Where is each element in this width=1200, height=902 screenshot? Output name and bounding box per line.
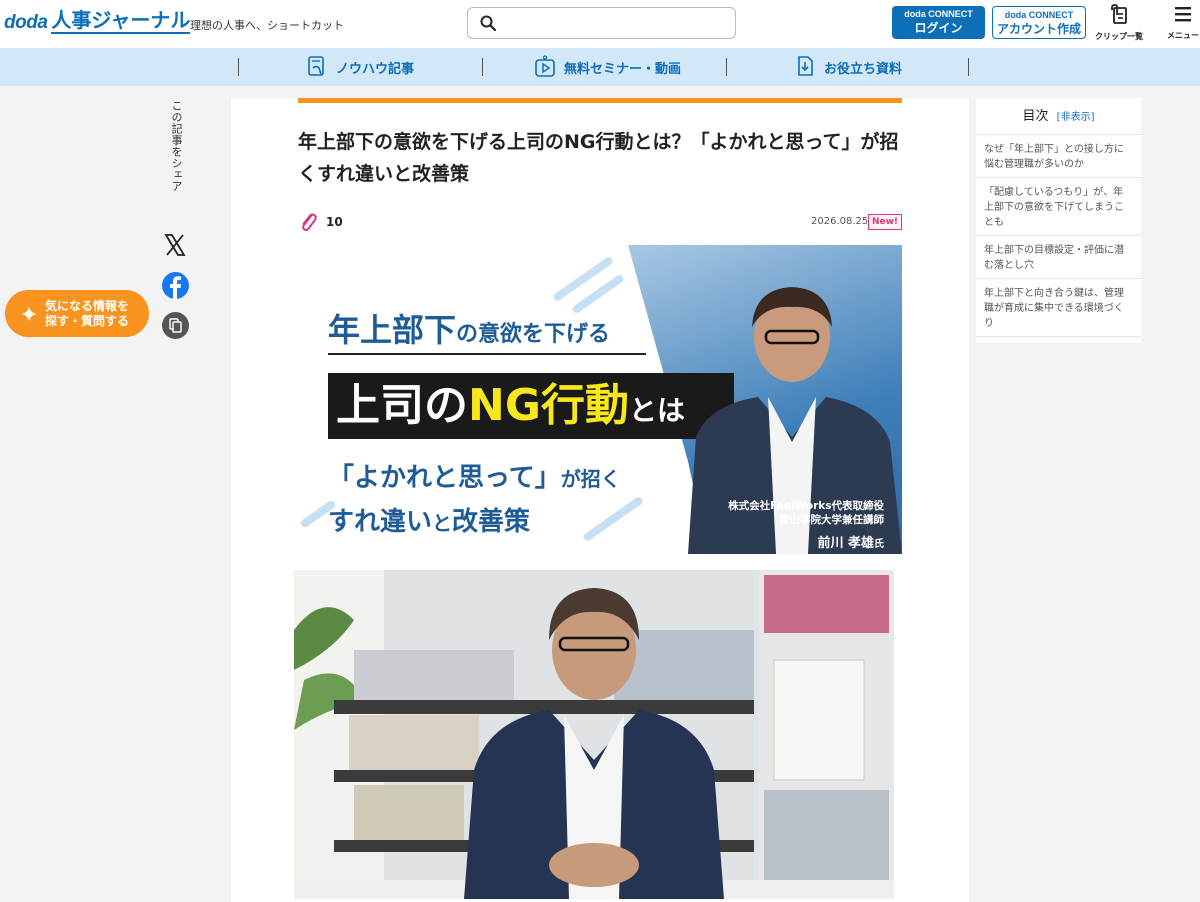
- nav-item-label: お役立ち資料: [824, 61, 903, 77]
- article-title: 年上部下の意欲を下げる上司のNG行動とは？「よかれと思って」が招くすれ違いと改善…: [298, 131, 899, 185]
- copy-glyph: [169, 318, 182, 333]
- facebook-icon[interactable]: [162, 272, 189, 299]
- share-label: この記事をシェア: [170, 100, 183, 192]
- menu-label: メニュー: [1167, 31, 1199, 40]
- nav-divider: [968, 58, 969, 76]
- hero-line2-a: 上司の: [336, 380, 468, 431]
- nav-divider: [238, 58, 239, 76]
- hero-line3-small: が招く: [560, 467, 621, 491]
- toc-item[interactable]: 年上部下と向き合う鍵は、管理職が育成に集中できる環境づくり: [976, 279, 1141, 337]
- hero-stripe: [582, 495, 644, 543]
- hero-line2-c: とは: [628, 394, 685, 427]
- search-input[interactable]: [467, 7, 736, 39]
- nav-item-label: ノウハウ記事: [336, 61, 415, 77]
- nav-item-label: 無料セミナー・動画: [564, 61, 682, 77]
- category-nav: ノウハウ記事 無料セミナー・動画 お役立ち資料: [0, 48, 1200, 86]
- logo-name: 人事ジャーナル: [51, 8, 191, 34]
- ask-question-label: 気になる情報を 探す・質問する: [45, 299, 129, 329]
- hero-headline-1: 年上部下の意欲を下げる: [328, 305, 610, 351]
- menu-button[interactable]: メニュー: [1166, 4, 1200, 41]
- speaker-name: 前川 孝雄: [817, 536, 874, 551]
- clip-list-icon: [1111, 4, 1127, 24]
- new-badge: New!: [868, 214, 902, 230]
- toc-item[interactable]: 年上部下の目標設定・評価に潜む落とし穴: [976, 236, 1141, 279]
- speaker-caption: 株式会社FeelWorks代表取締役 青山学院大学兼任講師: [708, 499, 884, 527]
- toc-hide-toggle[interactable]: [非表示]: [1057, 112, 1095, 123]
- paperclip-icon: [302, 213, 317, 231]
- ask-question-line1: 気になる情報を: [45, 298, 130, 313]
- nav-item-seminar[interactable]: 無料セミナー・動画: [534, 48, 681, 86]
- toc-item[interactable]: なぜ「年上部下」との接し方に悩む管理職が多いのか: [976, 135, 1141, 178]
- login-button-label: ログイン: [914, 21, 963, 35]
- hero-line4-b: 改善策: [452, 507, 531, 537]
- speaker-role: 青山学院大学兼任講師: [779, 514, 884, 526]
- nav-item-knowhow[interactable]: ノウハウ記事: [306, 48, 414, 86]
- login-button-brand: doda CONNECT: [904, 9, 973, 19]
- hero-headline-3: 「よかれと思って」が招く: [328, 457, 621, 494]
- toc-title: 目次: [1022, 109, 1049, 124]
- hero-line2-b: NG行動: [468, 380, 629, 431]
- hero-banner-image: 年上部下の意欲を下げる 上司のNG行動とは 「よかれと思って」が招く すれ違いと…: [298, 245, 902, 554]
- login-button[interactable]: doda CONNECT ログイン: [892, 6, 985, 39]
- office-interview-photo: [294, 570, 894, 899]
- clip-counter[interactable]: 10: [298, 211, 343, 233]
- hero-underline: [328, 353, 646, 355]
- accent-bar: [298, 98, 902, 103]
- hero-line3-big: 「よかれと思って」: [328, 463, 561, 493]
- hero-headline-4: すれ違いと改善策: [328, 501, 530, 538]
- hero-line1-big: 年上部下: [328, 311, 457, 349]
- speaker-company: 株式会社FeelWorks代表取締役: [728, 500, 884, 512]
- clip-count-value: 10: [326, 215, 343, 229]
- ask-question-line2: 探す・質問する: [45, 313, 130, 328]
- logo-brand: doda: [4, 12, 48, 33]
- download-doc-icon: [798, 56, 813, 76]
- speaker-name-caption: 前川 孝雄氏: [768, 532, 884, 551]
- copy-link-icon[interactable]: [162, 312, 189, 339]
- site-tagline: 理想の人事へ、ショートカット: [190, 19, 344, 32]
- x-twitter-icon[interactable]: [163, 233, 187, 257]
- facebook-f-glyph: [170, 276, 181, 299]
- hero-line4-small: と: [432, 511, 453, 535]
- signup-button-brand: doda CONNECT: [1004, 10, 1074, 20]
- clip-list-link[interactable]: クリップ一覧: [1093, 4, 1145, 42]
- ask-question-button[interactable]: 気になる情報を 探す・質問する: [5, 290, 149, 337]
- hero-headline-2: 上司のNG行動とは: [328, 373, 734, 439]
- sparkle-icon: [21, 305, 37, 322]
- document-hand-icon: [308, 56, 324, 76]
- site-logo[interactable]: doda 人事ジャーナル: [4, 8, 191, 34]
- signup-button[interactable]: doda CONNECT アカウント作成: [992, 6, 1086, 39]
- search-icon: [480, 15, 496, 31]
- hamburger-menu-icon: [1175, 7, 1191, 22]
- nav-divider: [726, 58, 727, 76]
- hero-line4-a: すれ違い: [328, 507, 433, 537]
- hero-stripe: [552, 255, 614, 303]
- nav-item-resources[interactable]: お役立ち資料: [794, 48, 902, 86]
- hero-line1-small: の意欲を下げる: [456, 322, 611, 347]
- toc-item[interactable]: 「配慮しているつもり」が、年上部下の意欲を下げてしまうことも: [976, 178, 1141, 236]
- speaker-suffix: 氏: [874, 539, 884, 550]
- publish-date: 2026.08.25: [811, 216, 869, 227]
- clip-list-label: クリップ一覧: [1095, 32, 1143, 41]
- signup-button-label: アカウント作成: [996, 22, 1081, 36]
- video-play-icon: [535, 55, 555, 77]
- nav-divider: [482, 58, 483, 76]
- table-of-contents: 目次 [非表示] なぜ「年上部下」との接し方に悩む管理職が多いのか 「配慮してい…: [976, 98, 1141, 343]
- toc-header: 目次 [非表示]: [976, 98, 1141, 135]
- site-header: doda 人事ジャーナル 理想の人事へ、ショートカット doda CONNECT…: [0, 0, 1200, 48]
- article-photo: [294, 570, 894, 899]
